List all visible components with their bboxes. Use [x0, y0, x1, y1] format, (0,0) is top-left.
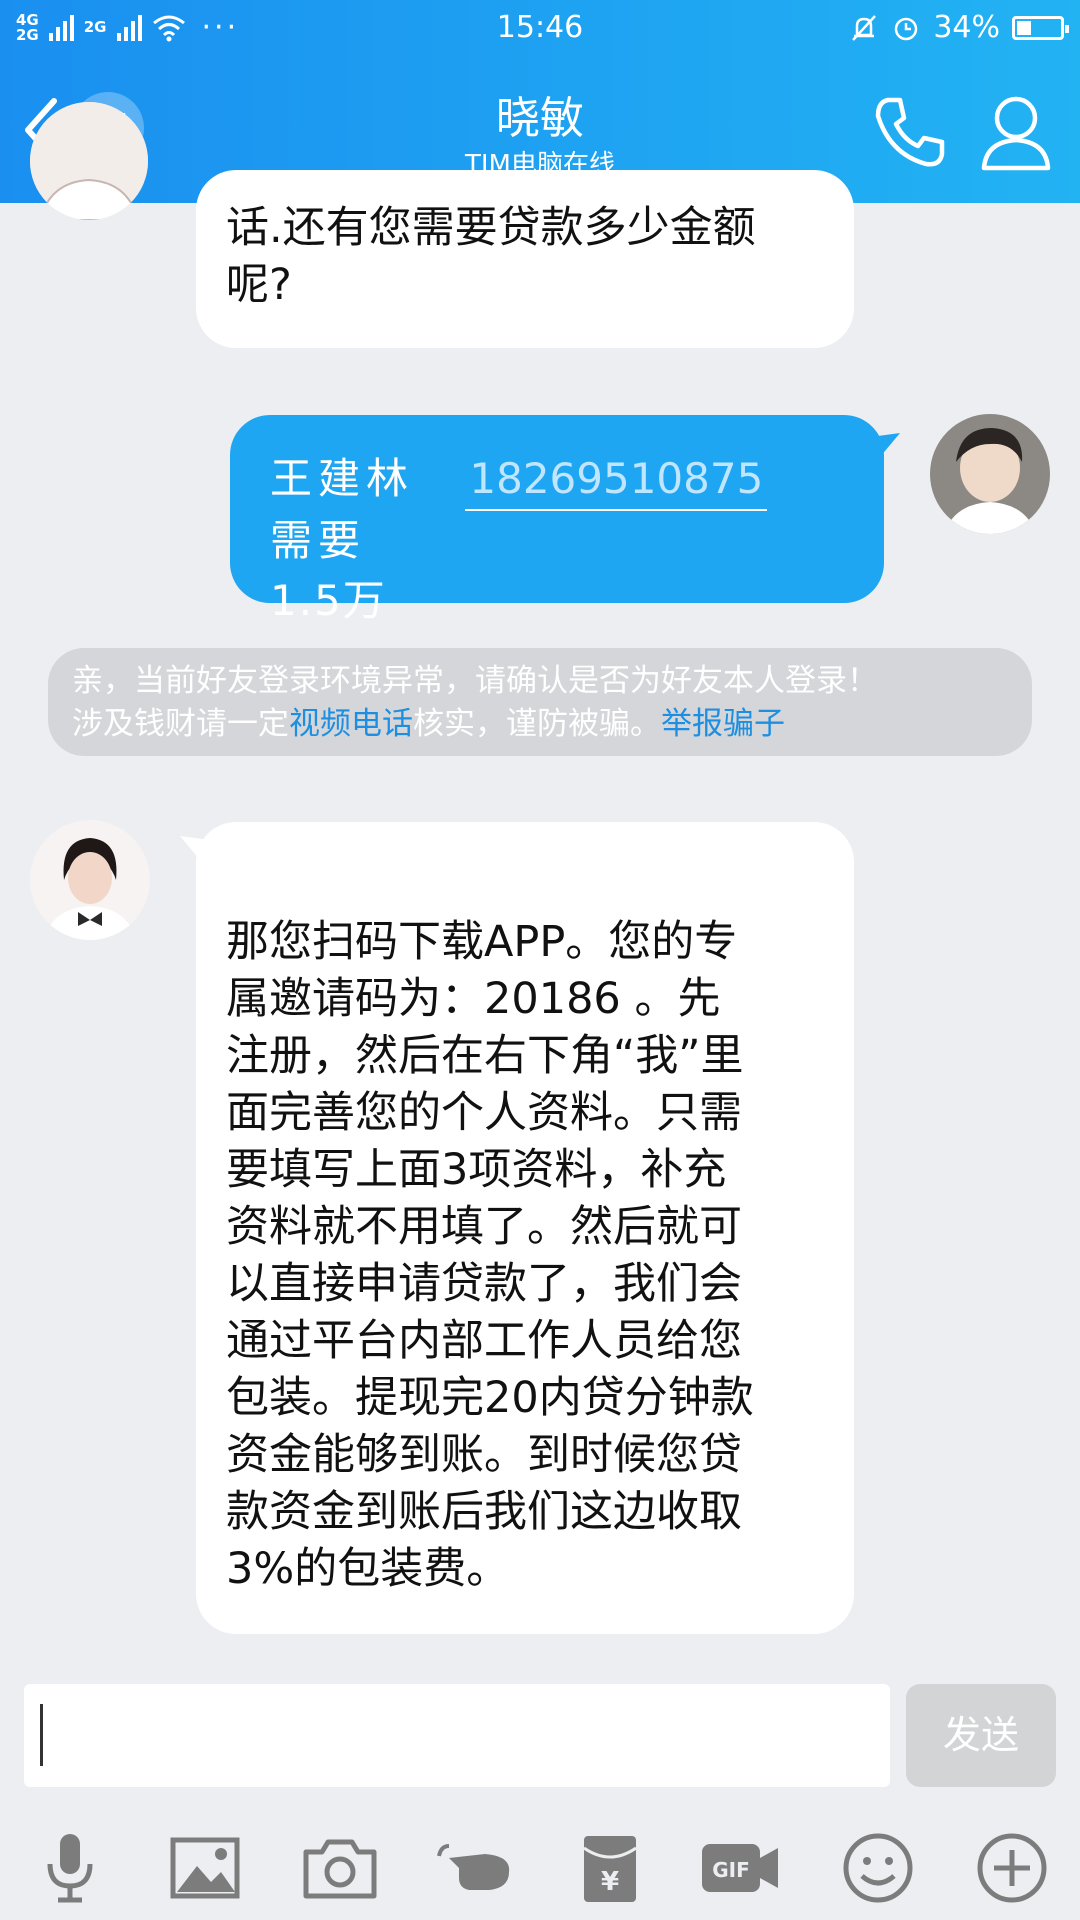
message-name: 王建林 [270, 454, 415, 503]
message-text: 话.还有您需要贷款多少金额 呢? [226, 203, 756, 310]
text-caret [40, 1704, 43, 1766]
notice-line-1: 亲，当前好友登录环境异常，请确认是否为好友本人登录！ [72, 663, 878, 699]
contact-avatar-image [30, 820, 150, 940]
profile-icon[interactable] [980, 92, 1052, 172]
status-right: 34% [849, 10, 1069, 45]
my-avatar[interactable] [930, 414, 1050, 534]
contact-avatar[interactable] [30, 820, 150, 940]
contact-avatar[interactable] [30, 102, 148, 220]
phone-number-link[interactable]: 18269510875 [465, 449, 768, 511]
message-bubble-outgoing: 王建林 18269510875 需要 1.5万 [230, 415, 900, 625]
message-content: 王建林 18269510875 需要 1.5万 [270, 449, 860, 631]
video-call-link[interactable]: 视频电话 [289, 706, 413, 742]
contact-avatar-image [30, 102, 148, 220]
bubble-tail [870, 433, 900, 457]
message-input[interactable] [24, 1684, 890, 1787]
phone-icon[interactable] [870, 92, 950, 172]
bell-off-icon [852, 14, 877, 41]
input-toolbar: ¥ GIF [0, 1808, 1080, 1920]
poke-icon[interactable] [435, 1828, 515, 1908]
status-bar: 4G 2G 2G ··· 15:46 34% [0, 0, 1080, 58]
svg-text:¥: ¥ [601, 1867, 619, 1897]
svg-text:GIF: GIF [712, 1858, 750, 1882]
red-packet-icon[interactable]: ¥ [570, 1828, 650, 1908]
security-notice: 亲，当前好友登录环境异常，请确认是否为好友本人登录！ 涉及钱财请一定视频电话核实… [48, 648, 1032, 756]
battery-percent: 34% [933, 10, 1000, 45]
alarm-icon [895, 17, 918, 40]
plus-icon[interactable] [972, 1828, 1052, 1908]
message-text: 那您扫码下载APP。您的专 属邀请码为：20186 。先 注册，然后在右下角“我… [226, 917, 754, 1594]
message-amount: 1.5万 [270, 576, 387, 625]
camera-icon[interactable] [300, 1828, 380, 1908]
emoji-icon[interactable] [838, 1828, 918, 1908]
message-bubble-incoming: 话.还有您需要贷款多少金额 呢? [196, 170, 854, 348]
battery-icon [1012, 15, 1069, 40]
message-bubble-incoming: 那您扫码下载APP。您的专 属邀请码为：20186 。先 注册，然后在右下角“我… [180, 822, 854, 1634]
message-suffix: 需要 [270, 516, 367, 565]
gif-icon[interactable]: GIF [700, 1828, 780, 1908]
report-scammer-link[interactable]: 举报骗子 [661, 706, 785, 742]
notice-line-2: 涉及钱财请一定视频电话核实，谨防被骗。举报骗子 [72, 706, 785, 742]
microphone-icon[interactable] [30, 1828, 110, 1908]
send-button[interactable]: 发送 [906, 1684, 1056, 1787]
bubble-tail [180, 836, 210, 860]
image-icon[interactable] [165, 1828, 245, 1908]
my-avatar-image [930, 414, 1050, 534]
